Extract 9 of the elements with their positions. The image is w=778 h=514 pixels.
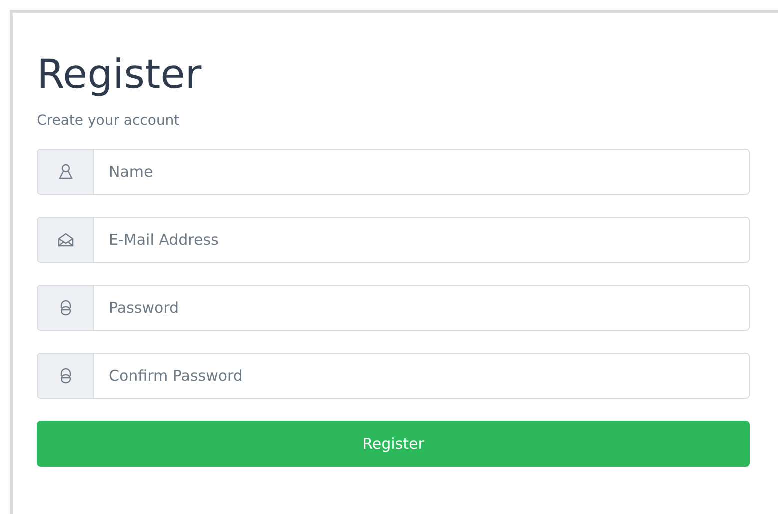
input-field[interactable]: Name: [37, 149, 750, 195]
page-title: Register: [37, 51, 203, 99]
person-icon: [56, 163, 74, 181]
register-button[interactable]: Register: [37, 421, 750, 467]
input-field[interactable]: E-Mail Address: [37, 217, 750, 263]
input-field[interactable]: Confirm Password: [37, 353, 750, 399]
mail-icon: [56, 231, 74, 249]
subtitle: Create your account: [37, 113, 181, 129]
input-field[interactable]: Password: [37, 285, 750, 331]
